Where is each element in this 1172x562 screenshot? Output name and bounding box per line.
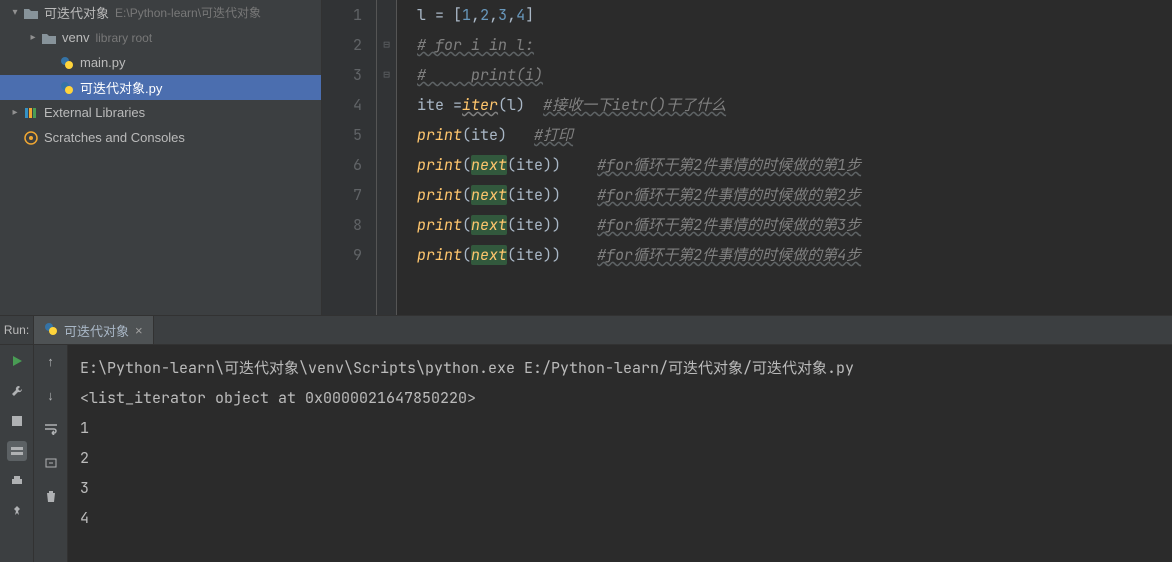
fold-marker bbox=[377, 210, 396, 240]
project-tree: ▾ 可迭代对象 E:\Python-learn\可迭代对象 ▸ venv lib… bbox=[0, 0, 322, 315]
external-libraries[interactable]: ▸ External Libraries bbox=[0, 100, 321, 125]
code-line[interactable]: # print(i) bbox=[417, 60, 1172, 90]
console-output[interactable]: E:\Python-learn\可迭代对象\venv\Scripts\pytho… bbox=[68, 345, 1172, 562]
chevron-down-icon: ▾ bbox=[8, 7, 22, 18]
tree-item-label: 可迭代对象.py bbox=[80, 78, 162, 97]
tree-item-venv[interactable]: ▸ venv library root bbox=[0, 25, 321, 50]
line-number: 2 bbox=[322, 30, 362, 60]
scratches-consoles[interactable]: Scratches and Consoles bbox=[0, 125, 321, 150]
code-line[interactable]: print(next(ite)) #for循环干第2件事情的时候做的第3步 bbox=[417, 210, 1172, 240]
code-editor[interactable]: 123456789 ⊟⊟ l = [1,2,3,4]# for i in l:#… bbox=[322, 0, 1172, 315]
line-number: 4 bbox=[322, 90, 362, 120]
fold-marker bbox=[377, 90, 396, 120]
tree-item-label: main.py bbox=[80, 55, 126, 70]
close-icon[interactable]: × bbox=[135, 323, 143, 338]
run-tab[interactable]: 可迭代对象 × bbox=[34, 316, 154, 344]
line-number: 7 bbox=[322, 180, 362, 210]
console-line: <list_iterator object at 0x0000021647850… bbox=[80, 383, 1160, 413]
fold-marker bbox=[377, 180, 396, 210]
fold-marker bbox=[377, 0, 396, 30]
layout-icon[interactable] bbox=[7, 441, 27, 461]
wrap-icon[interactable] bbox=[41, 419, 61, 439]
folder-icon bbox=[40, 31, 58, 45]
print-icon[interactable] bbox=[7, 471, 27, 491]
code-line[interactable]: print(ite) #打印 bbox=[417, 120, 1172, 150]
code-line[interactable]: print(next(ite)) #for循环干第2件事情的时候做的第2步 bbox=[417, 180, 1172, 210]
library-icon bbox=[22, 106, 40, 120]
run-panel: Run: 可迭代对象 × bbox=[0, 315, 1172, 562]
down-arrow-icon[interactable]: ↓ bbox=[41, 385, 61, 405]
run-toolbar-right: ↑ ↓ bbox=[34, 345, 68, 562]
console-line: 3 bbox=[80, 473, 1160, 503]
project-root[interactable]: ▾ 可迭代对象 E:\Python-learn\可迭代对象 bbox=[0, 0, 321, 25]
scratch-icon bbox=[22, 131, 40, 145]
scratches-label: Scratches and Consoles bbox=[44, 130, 185, 145]
run-tab-bar: Run: 可迭代对象 × bbox=[0, 316, 1172, 345]
project-root-path: E:\Python-learn\可迭代对象 bbox=[115, 4, 261, 21]
chevron-right-icon: ▸ bbox=[8, 107, 22, 118]
fold-marker bbox=[377, 150, 396, 180]
line-number: 9 bbox=[322, 240, 362, 270]
line-number: 1 bbox=[322, 0, 362, 30]
python-file-icon bbox=[58, 56, 76, 70]
wrench-icon[interactable] bbox=[7, 381, 27, 401]
tree-item-main[interactable]: main.py bbox=[0, 50, 321, 75]
folder-icon bbox=[22, 6, 40, 20]
project-root-name: 可迭代对象 bbox=[44, 3, 109, 22]
code-line[interactable]: l = [1,2,3,4] bbox=[417, 0, 1172, 30]
line-number: 5 bbox=[322, 120, 362, 150]
python-file-icon bbox=[44, 322, 58, 339]
run-toolbar-left bbox=[0, 345, 34, 562]
line-gutter: 123456789 bbox=[322, 0, 377, 315]
code-area[interactable]: l = [1,2,3,4]# for i in l:# print(i)ite … bbox=[397, 0, 1172, 315]
code-line[interactable]: print(next(ite)) #for循环干第2件事情的时候做的第1步 bbox=[417, 150, 1172, 180]
fold-marker bbox=[377, 120, 396, 150]
line-number: 3 bbox=[322, 60, 362, 90]
external-libraries-label: External Libraries bbox=[44, 105, 145, 120]
fold-marker bbox=[377, 240, 396, 270]
up-arrow-icon[interactable]: ↑ bbox=[41, 351, 61, 371]
console-line: 1 bbox=[80, 413, 1160, 443]
tree-item-current-file[interactable]: 可迭代对象.py bbox=[0, 75, 321, 100]
run-panel-label: Run: bbox=[0, 316, 34, 344]
run-tab-name: 可迭代对象 bbox=[64, 321, 129, 340]
console-line: 4 bbox=[80, 503, 1160, 533]
code-line[interactable]: # for i in l: bbox=[417, 30, 1172, 60]
code-line[interactable]: print(next(ite)) #for循环干第2件事情的时候做的第4步 bbox=[417, 240, 1172, 270]
pin-icon[interactable] bbox=[7, 501, 27, 521]
run-button[interactable] bbox=[7, 351, 27, 371]
fold-column: ⊟⊟ bbox=[377, 0, 397, 315]
scroll-icon[interactable] bbox=[41, 453, 61, 473]
line-number: 6 bbox=[322, 150, 362, 180]
fold-marker[interactable]: ⊟ bbox=[377, 60, 396, 90]
python-file-icon bbox=[58, 81, 76, 95]
tree-item-label: venv bbox=[62, 30, 89, 45]
console-line: E:\Python-learn\可迭代对象\venv\Scripts\pytho… bbox=[80, 353, 1160, 383]
trash-icon[interactable] bbox=[41, 487, 61, 507]
line-number: 8 bbox=[322, 210, 362, 240]
stop-button[interactable] bbox=[7, 411, 27, 431]
tree-item-hint: library root bbox=[95, 31, 152, 45]
fold-marker[interactable]: ⊟ bbox=[377, 30, 396, 60]
console-line: 2 bbox=[80, 443, 1160, 473]
code-line[interactable]: ite =iter(l) #接收一下ietr()干了什么 bbox=[417, 90, 1172, 120]
chevron-right-icon: ▸ bbox=[26, 32, 40, 43]
